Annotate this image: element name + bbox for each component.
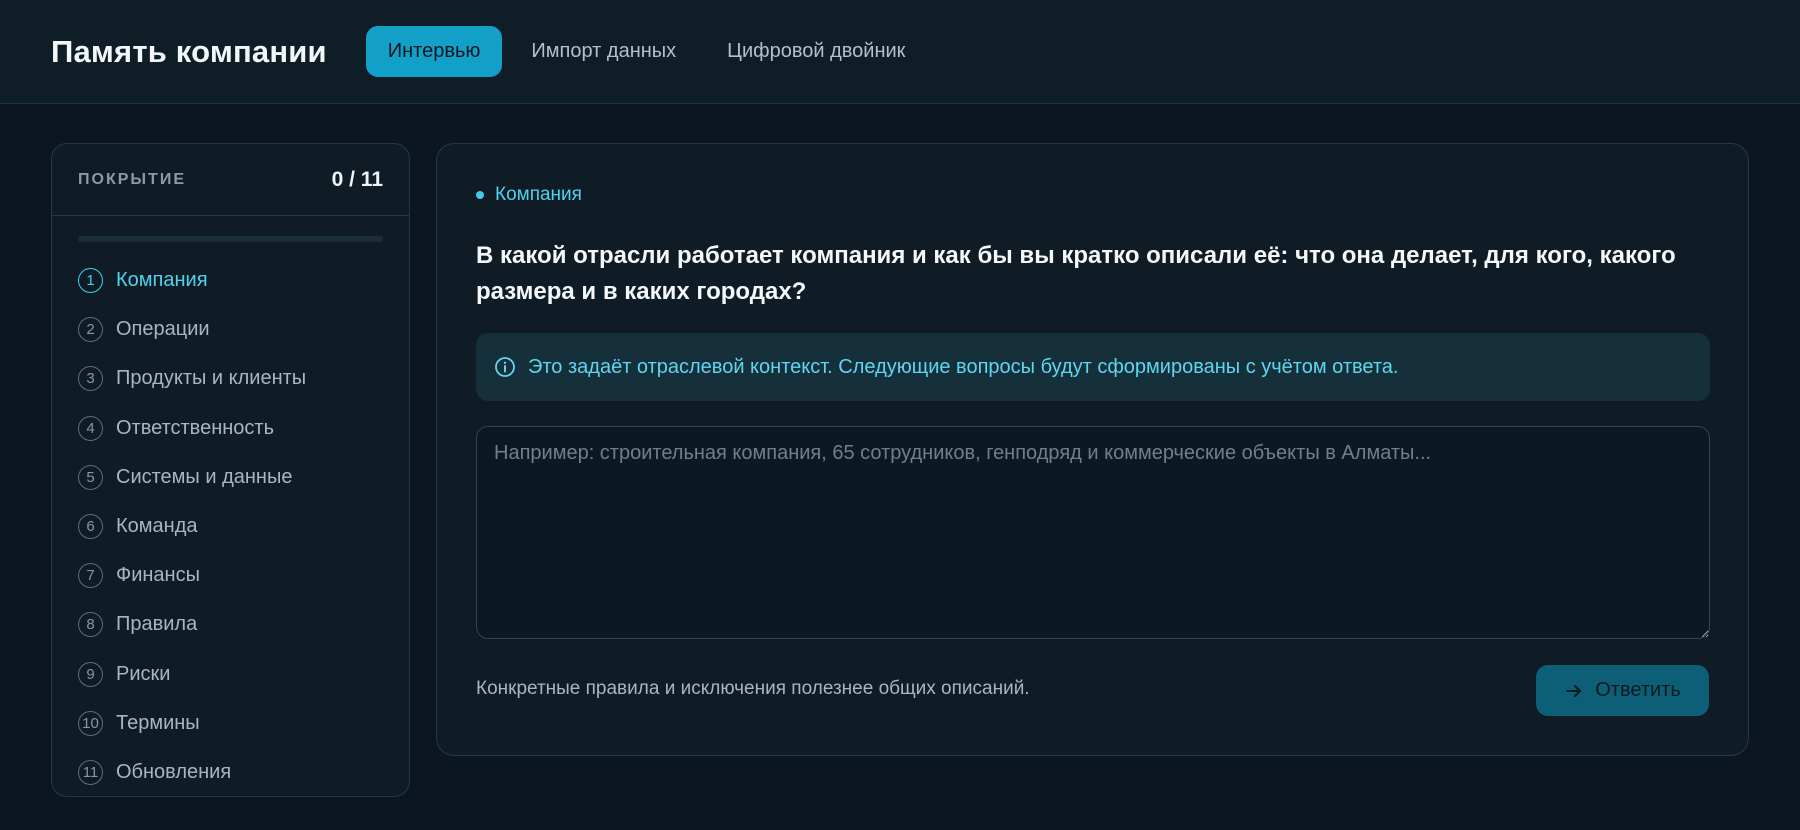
topic-list: 1 Компания 2 Операции 3 Продукты и клиен… <box>52 256 409 796</box>
tab-interview[interactable]: Интервью <box>365 26 503 77</box>
topic-label: Риски <box>116 662 171 685</box>
footer-note: Конкретные правила и исключения полезнее… <box>476 678 1030 699</box>
answer-submit-button[interactable]: Ответить <box>1536 665 1709 716</box>
topic-number: 3 <box>78 366 103 392</box>
question-card: Компания В какой отрасли работает компан… <box>436 143 1749 756</box>
dot-icon <box>476 191 484 199</box>
topic-item-updates[interactable]: 11 Обновления <box>78 748 383 796</box>
topic-item-team[interactable]: 6 Команда <box>78 502 383 551</box>
arrow-right-icon <box>1564 681 1584 701</box>
topic-label: Операции <box>116 318 210 341</box>
answer-textarea[interactable] <box>476 426 1710 639</box>
coverage-label: ПОКРЫТИЕ <box>78 170 186 188</box>
topic-number: 7 <box>78 563 103 589</box>
topic-item-company[interactable]: 1 Компания <box>78 256 383 305</box>
topic-item-finance[interactable]: 7 Финансы <box>78 551 383 600</box>
topic-label: Компания <box>116 269 208 292</box>
app-title: Память компании <box>51 33 327 69</box>
topic-label: Финансы <box>116 564 200 587</box>
tab-data-import[interactable]: Импорт данных <box>509 26 698 77</box>
hint-box: Это задаёт отраслевой контекст. Следующи… <box>476 333 1710 401</box>
topic-label: Обновления <box>116 760 232 783</box>
topic-number: 6 <box>78 514 103 540</box>
topic-item-products-clients[interactable]: 3 Продукты и клиенты <box>78 354 383 403</box>
tab-digital-twin[interactable]: Цифровой двойник <box>705 26 927 77</box>
topic-label: Ответственность <box>116 416 274 439</box>
topic-number: 5 <box>78 464 103 490</box>
answer-submit-label: Ответить <box>1595 679 1681 701</box>
topic-label: Термины <box>116 711 200 734</box>
topic-label: Системы и данные <box>116 465 293 488</box>
section-tag-label: Компания <box>495 184 582 205</box>
topic-number: 2 <box>78 317 103 343</box>
topic-item-responsibility[interactable]: 4 Ответственность <box>78 404 383 453</box>
topic-number: 8 <box>78 612 103 638</box>
info-icon <box>494 356 516 378</box>
topic-item-rules[interactable]: 8 Правила <box>78 600 383 649</box>
hint-text: Это задаёт отраслевой контекст. Следующи… <box>528 355 1399 378</box>
topic-label: Продукты и клиенты <box>116 367 307 390</box>
section-tag: Компания <box>476 184 582 206</box>
topic-label: Правила <box>116 613 198 636</box>
topic-item-systems-data[interactable]: 5 Системы и данные <box>78 453 383 502</box>
topic-number: 9 <box>78 661 103 687</box>
coverage-header: ПОКРЫТИЕ 0 / 11 <box>52 144 409 216</box>
topic-item-operations[interactable]: 2 Операции <box>78 305 383 354</box>
top-bar: Память компании Интервью Импорт данных Ц… <box>0 0 1800 104</box>
topic-item-terms[interactable]: 10 Термины <box>78 699 383 748</box>
topic-label: Команда <box>116 515 198 538</box>
question-text: В какой отрасли работает компания и как … <box>476 242 1676 305</box>
topic-number: 4 <box>78 415 103 441</box>
topic-number: 1 <box>78 268 103 294</box>
coverage-sidebar: ПОКРЫТИЕ 0 / 11 1 Компания 2 Операции 3 … <box>51 143 410 797</box>
topic-number: 11 <box>78 759 103 785</box>
topic-item-risks[interactable]: 9 Риски <box>78 650 383 699</box>
coverage-progress-bar <box>78 236 383 242</box>
topic-number: 10 <box>78 710 103 736</box>
coverage-count: 0 / 11 <box>331 167 383 191</box>
